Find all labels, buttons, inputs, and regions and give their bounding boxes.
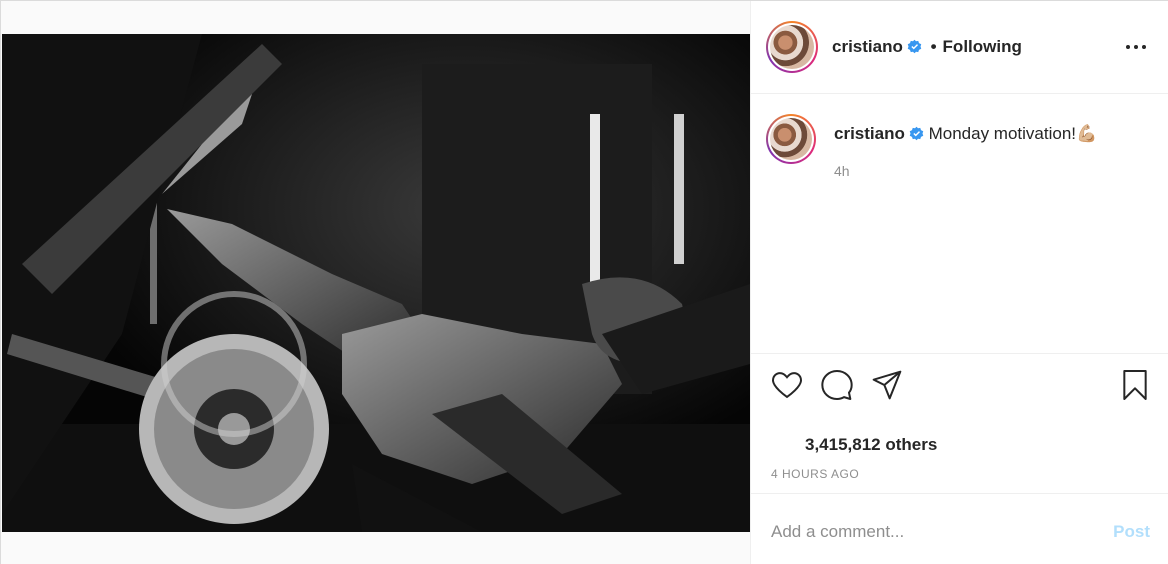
post-media-area: [1, 1, 750, 564]
flexed-biceps-emoji: 💪🏼: [1076, 124, 1098, 143]
author-username[interactable]: cristiano: [832, 37, 903, 56]
comments-section: cristiano Monday motivation!💪🏼 4h: [751, 94, 1168, 354]
post-sidebar: cristiano • Following cristiano Monday mo…: [750, 1, 1168, 564]
post-age[interactable]: 4 HOURS AGO: [771, 467, 859, 481]
add-comment-bar: Post: [751, 493, 1168, 564]
post-header: cristiano • Following: [751, 1, 1168, 94]
post-photo[interactable]: [2, 34, 750, 532]
caption-author-avatar[interactable]: [766, 114, 816, 164]
heart-icon[interactable]: [771, 369, 803, 401]
bookmark-icon[interactable]: [1119, 369, 1151, 401]
avatar-image: [770, 118, 812, 160]
verified-badge-icon: [907, 39, 922, 54]
author-name-row: cristiano • Following: [832, 37, 1022, 57]
likes-count[interactable]: 3,415,812 others: [805, 435, 937, 455]
comment-input[interactable]: [771, 518, 1091, 546]
caption-username[interactable]: cristiano: [834, 124, 905, 143]
author-avatar[interactable]: [766, 21, 818, 73]
instagram-post-modal: cristiano • Following cristiano Monday mo…: [0, 0, 1168, 564]
post-caption: cristiano Monday motivation!💪🏼: [834, 124, 1097, 144]
avatar-image: [770, 25, 814, 69]
gym-photo-illustration: [2, 34, 750, 532]
verified-badge-icon: [909, 126, 924, 141]
comment-icon[interactable]: [821, 369, 853, 401]
caption-text: Monday motivation!: [928, 124, 1076, 143]
post-comment-button[interactable]: Post: [1113, 522, 1150, 542]
caption-timestamp[interactable]: 4h: [834, 163, 850, 179]
more-options-icon[interactable]: [1126, 37, 1150, 57]
following-button[interactable]: Following: [943, 37, 1022, 56]
post-actions: 3,415,812 others 4 HOURS AGO: [751, 353, 1168, 493]
separator-dot: •: [930, 37, 937, 56]
share-icon[interactable]: [871, 369, 903, 401]
